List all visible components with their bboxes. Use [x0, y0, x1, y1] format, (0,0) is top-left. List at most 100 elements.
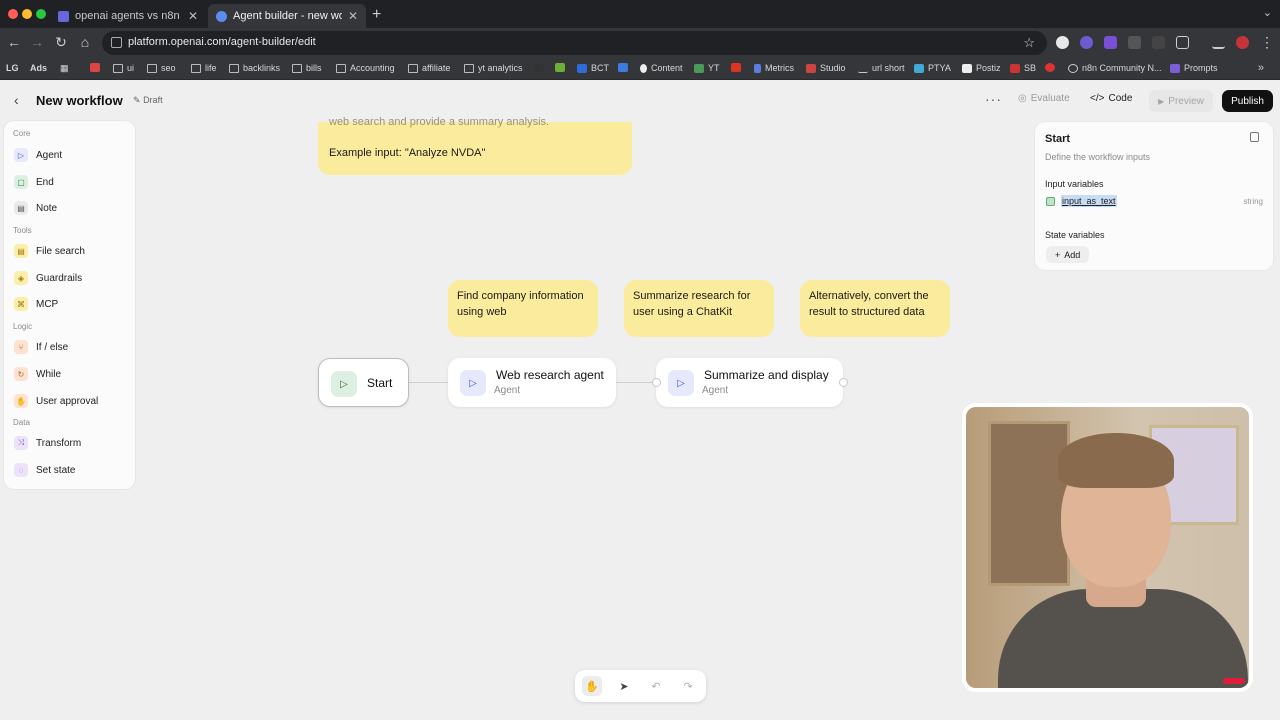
- code-button[interactable]: </> Code: [1090, 93, 1132, 104]
- hand-pan-icon[interactable]: ✋: [582, 676, 602, 696]
- palette-item-user-approval[interactable]: ✋ User approval: [14, 392, 98, 410]
- palette-item-guardrails[interactable]: ◈ Guardrails: [14, 269, 82, 287]
- extensions-puzzle-icon[interactable]: [1176, 36, 1189, 49]
- inspector-description: Define the workflow inputs: [1045, 152, 1151, 162]
- bookmark-item[interactable]: Postiz: [962, 63, 1001, 73]
- bookmark-favicon-icon: [1068, 63, 1078, 73]
- sticky-note[interactable]: Alternatively, convert the result to str…: [800, 280, 950, 337]
- url-input[interactable]: platform.openai.com/agent-builder/edit ☆: [102, 31, 1047, 55]
- publish-button[interactable]: Publish: [1222, 90, 1273, 112]
- tab-search-chevron-icon[interactable]: ⌄: [1263, 6, 1272, 19]
- evaluate-button[interactable]: ◎ Evaluate: [1018, 93, 1070, 104]
- bookmark-folder[interactable]: Accounting: [336, 63, 395, 73]
- bookmark-folder[interactable]: ui: [113, 63, 134, 73]
- note-icon: ▤: [14, 201, 28, 215]
- extension-icon[interactable]: [1080, 36, 1093, 49]
- sticky-note[interactable]: web search and provide a summary analysi…: [318, 116, 632, 175]
- close-window-button[interactable]: [8, 9, 18, 19]
- bookmark-item[interactable]: BCT: [577, 63, 609, 73]
- palette-item-file-search[interactable]: ▤ File search: [14, 242, 85, 260]
- bookmark-item[interactable]: [731, 63, 745, 72]
- add-state-variable-button[interactable]: + Add: [1046, 246, 1090, 263]
- close-tab-icon[interactable]: ✕: [348, 9, 358, 23]
- home-icon[interactable]: ⌂: [76, 34, 94, 50]
- palette-item-while[interactable]: ↻ While: [14, 365, 61, 383]
- apps-grid-icon[interactable]: ▦: [60, 63, 69, 74]
- bookmark-favicon-icon: [806, 63, 816, 73]
- back-chevron-icon[interactable]: ‹: [14, 92, 19, 108]
- more-bookmarks-icon[interactable]: »: [1258, 62, 1264, 74]
- reload-icon[interactable]: ↻: [52, 34, 70, 51]
- bookmark-item[interactable]: LG: [6, 63, 19, 73]
- bookmark-item[interactable]: [534, 63, 548, 72]
- sticky-note[interactable]: Find company information using web: [448, 280, 598, 337]
- bookmark-item[interactable]: Metrics: [754, 63, 794, 73]
- bookmark-favicon-icon: [1010, 63, 1020, 73]
- copy-icon[interactable]: [1250, 132, 1259, 142]
- sticky-note[interactable]: Summarize research for user using a Chat…: [624, 280, 774, 337]
- bookmark-item[interactable]: n8n Community N...: [1068, 63, 1162, 73]
- preview-button[interactable]: ▶ Preview: [1149, 90, 1213, 112]
- bookmark-item[interactable]: SB: [1010, 63, 1036, 73]
- close-tab-icon[interactable]: ✕: [188, 9, 198, 23]
- browser-tab-active[interactable]: Agent builder - new workflow ✕: [208, 4, 366, 28]
- extension-icon[interactable]: [1104, 36, 1117, 49]
- bookmark-folder[interactable]: backlinks: [229, 63, 280, 73]
- bookmark-star-icon[interactable]: ☆: [1023, 35, 1035, 51]
- bookmark-favicon-icon: [534, 63, 544, 72]
- bookmark-item[interactable]: [1045, 63, 1059, 72]
- site-settings-icon[interactable]: [111, 37, 122, 48]
- back-arrow-icon[interactable]: ←: [5, 34, 23, 50]
- bookmark-item[interactable]: [618, 63, 632, 72]
- more-options-icon[interactable]: ···: [985, 91, 1002, 107]
- bookmark-folder[interactable]: yt analytics: [464, 63, 523, 73]
- bookmark-item[interactable]: Content: [640, 63, 683, 73]
- undo-icon[interactable]: ↶: [646, 676, 666, 696]
- presenter-hair: [1058, 433, 1174, 488]
- bookmark-item[interactable]: [555, 63, 569, 72]
- redo-icon[interactable]: ↷: [678, 676, 698, 696]
- palette-item-note[interactable]: ▤ Note: [14, 199, 57, 217]
- bookmark-folder[interactable]: seo: [147, 63, 176, 73]
- bookmark-item[interactable]: url short: [858, 63, 905, 73]
- extension-icon[interactable]: [1152, 36, 1165, 49]
- bookmark-folder[interactable]: life: [191, 63, 217, 73]
- extension-icon[interactable]: [1128, 36, 1141, 49]
- maximize-window-button[interactable]: [36, 9, 46, 19]
- bookmark-favicon-icon: [914, 63, 924, 73]
- bookmark-folder[interactable]: affiliate: [408, 63, 450, 73]
- bookmark-item[interactable]: Studio: [806, 63, 846, 73]
- bookmark-favicon-icon: [962, 63, 972, 73]
- workflow-title[interactable]: New workflow: [36, 93, 123, 108]
- start-node[interactable]: ▷ Start: [318, 358, 409, 407]
- bookmark-folder[interactable]: [90, 63, 104, 72]
- summarize-and-display-node[interactable]: ▷ Summarize and display Agent: [656, 358, 843, 407]
- forward-arrow-icon[interactable]: →: [28, 34, 46, 50]
- webcam-overlay: [962, 403, 1253, 692]
- bookmark-item[interactable]: Prompts: [1170, 63, 1218, 73]
- browser-menu-icon[interactable]: ⋮: [1258, 34, 1276, 51]
- palette-item-agent[interactable]: ▷ Agent: [14, 146, 62, 164]
- palette-item-transform[interactable]: ⤨ Transform: [14, 434, 81, 452]
- pointer-select-icon[interactable]: ➤: [614, 676, 634, 696]
- palette-item-set-state[interactable]: ◌ Set state: [14, 461, 75, 479]
- web-research-agent-node[interactable]: ▷ Web research agent Agent: [448, 358, 616, 407]
- bookmark-item[interactable]: Ads: [30, 63, 47, 73]
- input-variable-name[interactable]: input_as_text: [1061, 195, 1117, 207]
- browser-tab[interactable]: openai agents vs n8n — Exca ✕: [50, 4, 206, 28]
- state-variables-label: State variables: [1045, 230, 1105, 240]
- palette-item-if-else[interactable]: ⑂ If / else: [14, 338, 68, 356]
- profile-avatar[interactable]: [1236, 36, 1249, 49]
- minimize-window-button[interactable]: [22, 9, 32, 19]
- downloads-icon[interactable]: [1212, 36, 1225, 49]
- bookmark-item[interactable]: YT: [694, 63, 720, 73]
- bookmark-item[interactable]: PTYA: [914, 63, 951, 73]
- variable-type: string: [1243, 197, 1263, 206]
- palette-item-end[interactable]: ▢ End: [14, 173, 54, 191]
- new-tab-icon[interactable]: +: [372, 6, 381, 24]
- input-port[interactable]: [652, 378, 661, 387]
- extension-icon[interactable]: [1056, 36, 1069, 49]
- output-port[interactable]: [839, 378, 848, 387]
- palette-item-mcp[interactable]: ⌘ MCP: [14, 295, 58, 313]
- bookmark-folder[interactable]: bills: [292, 63, 322, 73]
